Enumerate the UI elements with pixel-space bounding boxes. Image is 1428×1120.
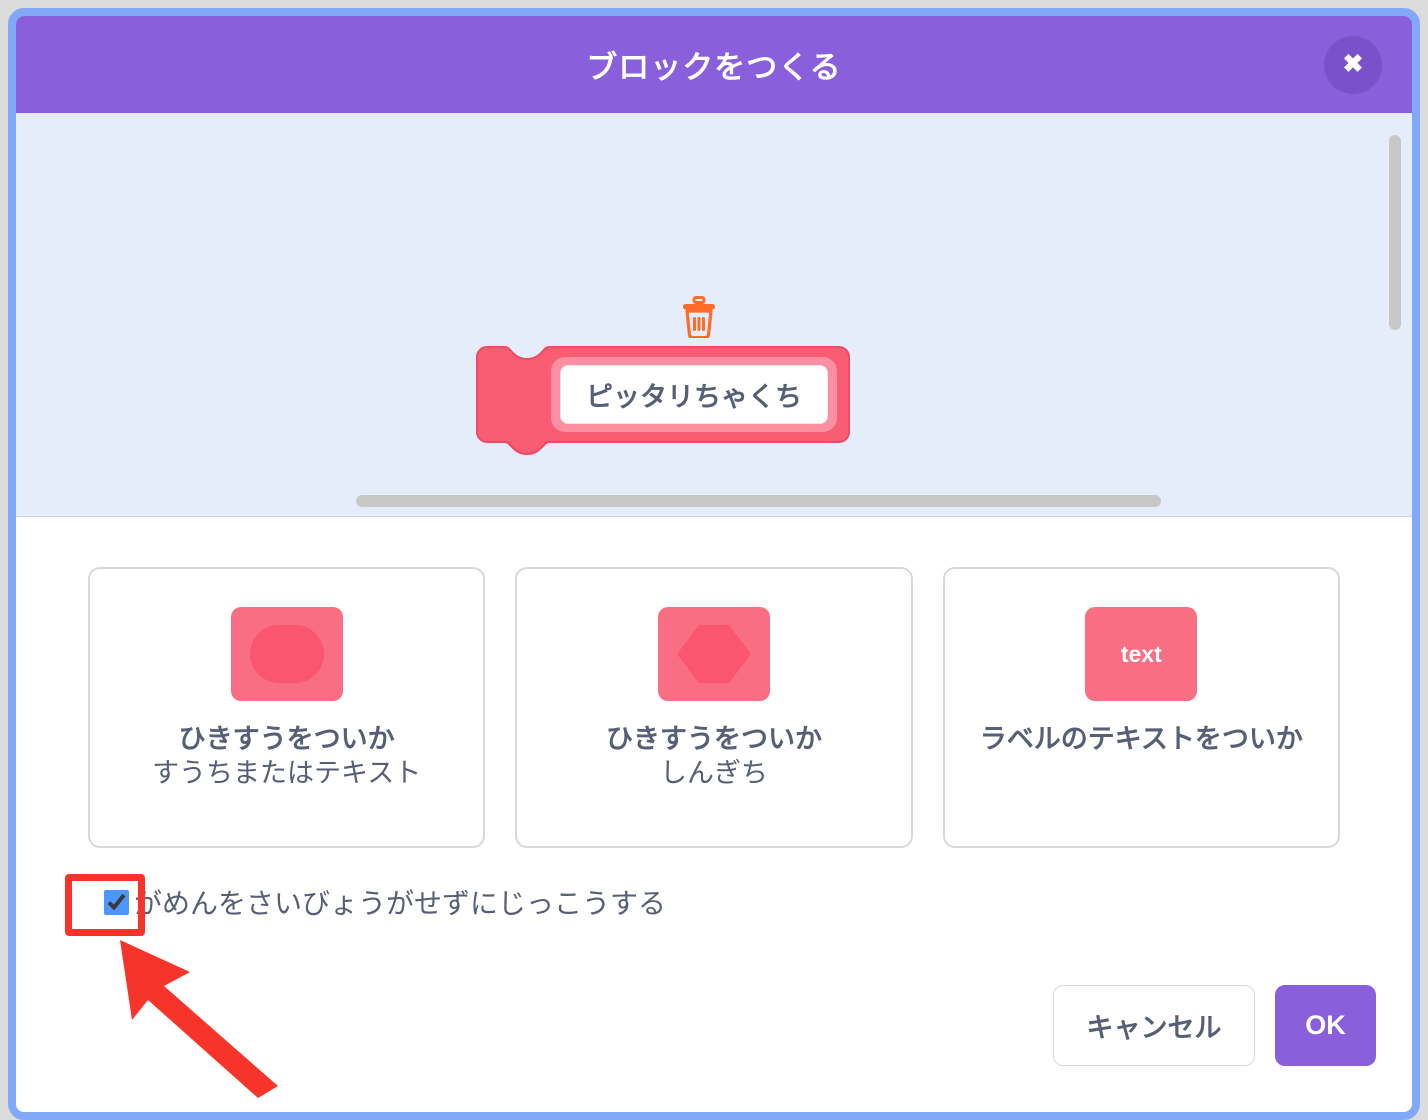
make-a-block-dialog: ブロックをつくる ✖ ピッタリちゃくち ひきすうをついか すうちまたはテキスト … <box>8 8 1420 1120</box>
option-card-add-label-text[interactable]: text ラベルのテキストをついか <box>942 567 1340 848</box>
cancel-button[interactable]: キャンセル <box>1053 985 1255 1066</box>
close-button[interactable]: ✖ <box>1324 35 1382 94</box>
rounded-input-icon <box>230 607 343 701</box>
label-text-icon: text <box>1085 607 1198 701</box>
option-subtitle: すうちまたはテキスト <box>152 758 422 789</box>
option-card-add-input-number-text[interactable]: ひきすうをついか すうちまたはテキスト <box>88 567 486 848</box>
ok-button[interactable]: OK <box>1275 985 1376 1066</box>
boolean-input-icon <box>657 607 770 701</box>
option-title: ひきすうをついか <box>605 724 822 754</box>
run-without-refresh-row[interactable]: がめんをさいびょうがせずにじっこうする <box>104 880 1412 924</box>
dialog-footer: キャンセル OK <box>1053 985 1376 1066</box>
block-name-value: ピッタリちゃくち <box>586 382 802 412</box>
option-title: ひきすうをついか <box>178 724 395 754</box>
option-title: ラベルのテキストをついか <box>979 724 1303 754</box>
block-name-input[interactable]: ピッタリちゃくち <box>560 365 828 424</box>
custom-block-preview[interactable]: ピッタリちゃくち <box>467 341 852 456</box>
trash-icon[interactable] <box>679 296 719 338</box>
run-without-refresh-label[interactable]: がめんをさいびょうがせずにじっこうする <box>134 882 666 922</box>
label-text-icon-glyph: text <box>1120 640 1162 667</box>
page-title: ブロックをつくる <box>586 50 842 85</box>
workspace-horizontal-scrollbar[interactable] <box>356 495 1161 507</box>
option-subtitle: しんぎち <box>659 758 768 789</box>
block-workspace[interactable]: ピッタリちゃくち <box>16 113 1412 517</box>
block-option-cards: ひきすうをついか すうちまたはテキスト ひきすうをついか しんぎち text ラ… <box>16 517 1412 848</box>
dialog-header: ブロックをつくる ✖ <box>16 16 1412 113</box>
close-icon: ✖ <box>1342 50 1364 78</box>
run-without-refresh-checkbox[interactable] <box>104 889 129 915</box>
option-card-add-input-boolean[interactable]: ひきすうをついか しんぎち <box>515 567 913 848</box>
workspace-vertical-scrollbar[interactable] <box>1389 135 1401 330</box>
